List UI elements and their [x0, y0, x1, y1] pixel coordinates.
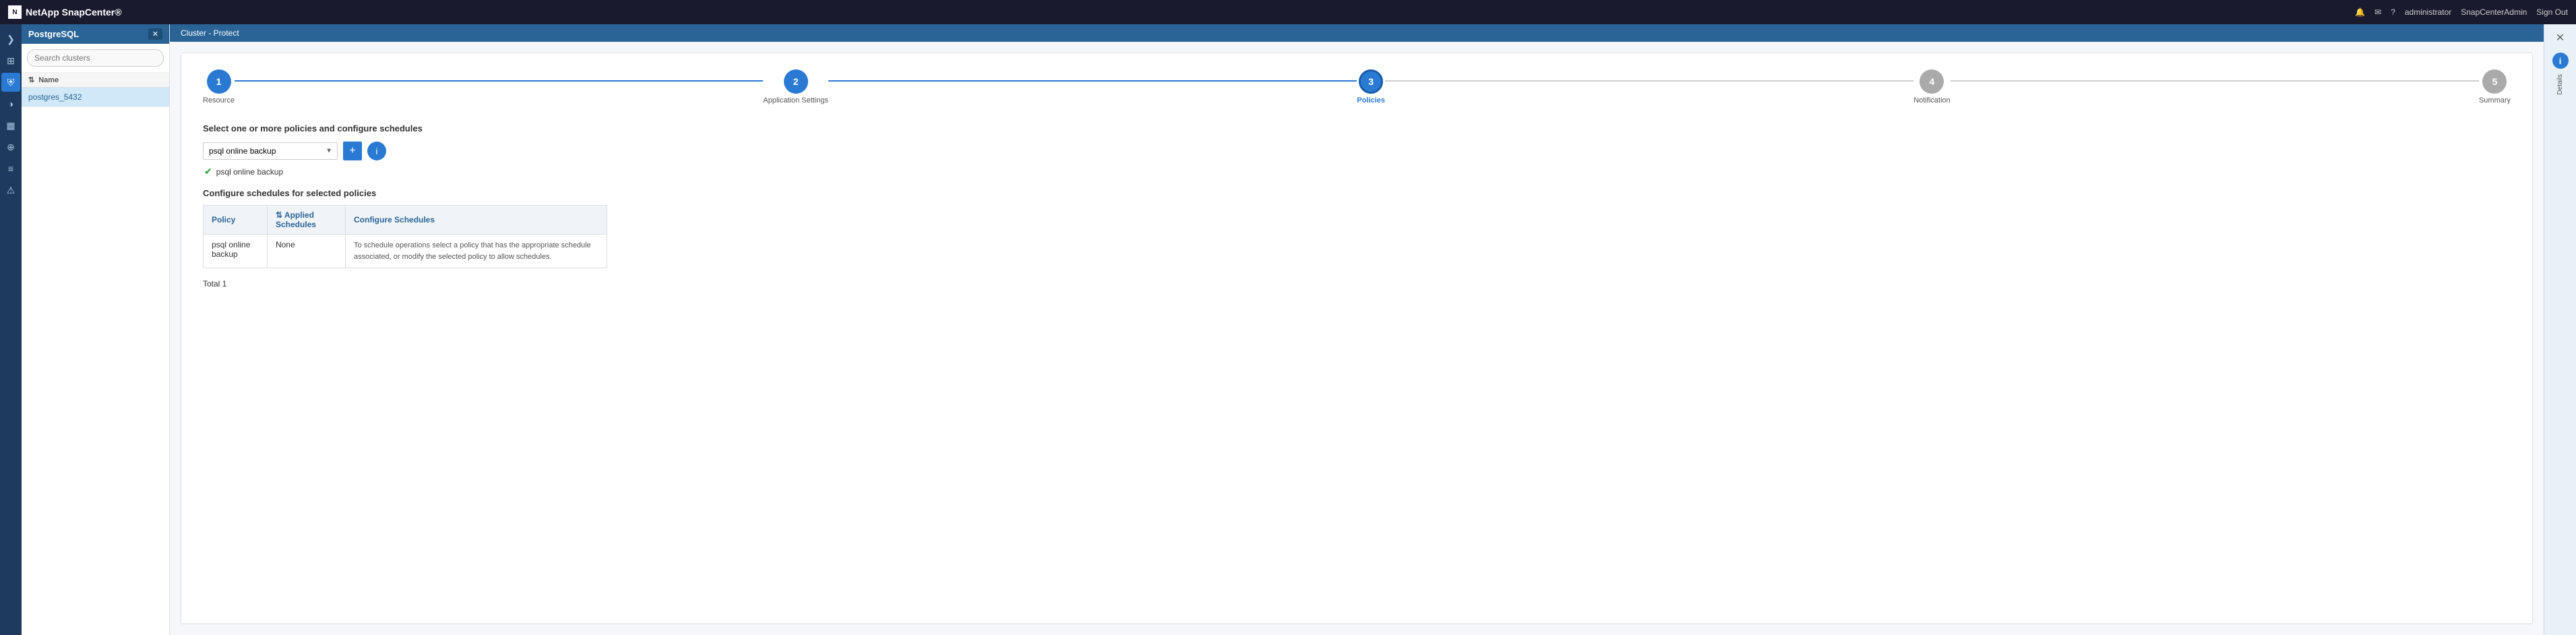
step-4: 4 Notification — [1913, 69, 1950, 104]
main-content: Cluster - Protect 1 Resource 2 — [170, 24, 2544, 635]
breadcrumb-text: Cluster - Protect — [181, 28, 239, 38]
step-1-number: 1 — [216, 76, 222, 87]
applied-schedules-cell: None — [267, 235, 345, 268]
bell-icon[interactable]: 🔔 — [2355, 7, 2365, 17]
configure-schedules-title: Configure schedules for selected policie… — [203, 188, 2511, 198]
connector-4-5 — [1951, 80, 2479, 82]
netapp-logo-icon: N — [8, 5, 22, 19]
step-2-circle: 2 — [784, 69, 808, 94]
brand-name: NetApp SnapCenter® — [26, 7, 122, 18]
topology-icon[interactable]: ⊕ — [1, 138, 20, 156]
configure-schedules-column-header: Configure Schedules — [346, 206, 607, 235]
step-1-circle: 1 — [207, 69, 231, 94]
name-column-label: Name — [38, 76, 59, 84]
policy-info-button[interactable]: i — [367, 142, 386, 160]
policy-column-header: Policy — [204, 206, 268, 235]
step-5: 5 Summary — [2479, 69, 2511, 104]
grid-icon[interactable]: ⊞ — [1, 51, 20, 70]
detail-info-icon: i — [2552, 53, 2569, 69]
icon-sidebar: ❯ ⊞ ⛨ ◑ ▦ ⊕ ≡ ⚠ — [0, 24, 22, 635]
mail-icon[interactable]: ✉ — [2374, 7, 2381, 17]
applied-schedules-column-header: ⇅ Applied Schedules — [267, 206, 345, 235]
left-panel-header: PostgreSQL ✕ — [22, 24, 169, 44]
add-policy-button[interactable]: + — [343, 142, 362, 160]
selected-policy-label: psql online backup — [216, 167, 283, 177]
step-5-number: 5 — [2492, 76, 2498, 87]
connector-2-3 — [828, 80, 1357, 82]
right-panel: ✕ i Details — [2544, 24, 2576, 635]
step-3: 3 Policies — [1357, 69, 1385, 104]
search-input[interactable] — [27, 49, 164, 67]
step-4-circle: 4 — [1920, 69, 1944, 94]
signout-link[interactable]: Sign Out — [2536, 7, 2568, 17]
instance-label[interactable]: SnapCenterAdmin — [2461, 7, 2527, 17]
top-navbar: N NetApp SnapCenter® 🔔 ✉ ? administrator… — [0, 0, 2576, 24]
policy-cell: psql online backup — [204, 235, 268, 268]
brand-logo: N NetApp SnapCenter® — [8, 5, 122, 19]
policy-dropdown[interactable]: psql online backup — [203, 142, 338, 160]
schedules-table: Policy ⇅ Applied Schedules Configure Sch… — [203, 205, 607, 268]
breadcrumb: Cluster - Protect — [170, 24, 2544, 42]
left-panel: PostgreSQL ✕ ⇅ Name postgres_5432 — [22, 24, 170, 635]
sort-icon: ⇅ — [28, 75, 34, 84]
wizard-area: 1 Resource 2 Application Settings 3 — [181, 53, 2533, 624]
help-icon[interactable]: ? — [2391, 7, 2395, 17]
close-panel-button[interactable]: ✕ — [2556, 31, 2565, 44]
db-label: PostgreSQL — [28, 29, 79, 39]
cluster-table-header: ⇅ Name — [22, 73, 169, 88]
expand-icon[interactable]: ❯ — [1, 30, 20, 49]
step-5-circle: 5 — [2482, 69, 2507, 94]
policy-name: psql online backup — [212, 240, 250, 259]
step-1: 1 Resource — [203, 69, 235, 104]
reports-icon[interactable]: ◑ — [1, 94, 20, 113]
sort-schedules-icon: ⇅ — [276, 210, 284, 220]
user-label: administrator — [2405, 7, 2451, 17]
step-3-circle: 3 — [1359, 69, 1383, 94]
step-4-label: Notification — [1913, 96, 1950, 104]
table-row: psql online backup None To schedule oper… — [204, 235, 607, 268]
chart-icon[interactable]: ▦ — [1, 116, 20, 135]
step-3-number: 3 — [1368, 76, 1374, 87]
list-icon[interactable]: ≡ — [1, 159, 20, 178]
policy-select-wrapper: psql online backup ▼ — [203, 142, 338, 160]
step-2-label: Application Settings — [763, 96, 828, 104]
section-title: Select one or more policies and configur… — [203, 123, 2511, 133]
selected-policy-item: ✔ psql online backup — [203, 166, 2511, 177]
configure-schedules-cell: To schedule operations select a policy t… — [346, 235, 607, 268]
details-label: Details — [2556, 74, 2564, 95]
step-4-number: 4 — [1930, 76, 1935, 87]
cluster-name: postgres_5432 — [28, 92, 82, 102]
total-label: Total 1 — [203, 279, 2511, 289]
step-3-label: Policies — [1357, 96, 1385, 104]
search-container — [22, 44, 169, 73]
cluster-list-item[interactable]: postgres_5432 — [22, 88, 169, 107]
policy-select-row: psql online backup ▼ + i — [203, 142, 2511, 160]
configure-schedules-text: To schedule operations select a policy t… — [354, 241, 591, 261]
step-1-label: Resource — [203, 96, 235, 104]
step-2-number: 2 — [793, 76, 799, 87]
protection-icon[interactable]: ⛨ — [1, 73, 20, 92]
step-5-label: Summary — [2479, 96, 2511, 104]
alert-icon[interactable]: ⚠ — [1, 181, 20, 200]
connector-3-4 — [1385, 80, 1913, 82]
step-2: 2 Application Settings — [763, 69, 828, 104]
db-close-button[interactable]: ✕ — [148, 28, 162, 40]
connector-1-2 — [235, 80, 763, 82]
applied-schedules-value: None — [276, 240, 295, 249]
wizard-steps: 1 Resource 2 Application Settings 3 — [203, 69, 2511, 104]
check-icon: ✔ — [204, 166, 212, 177]
